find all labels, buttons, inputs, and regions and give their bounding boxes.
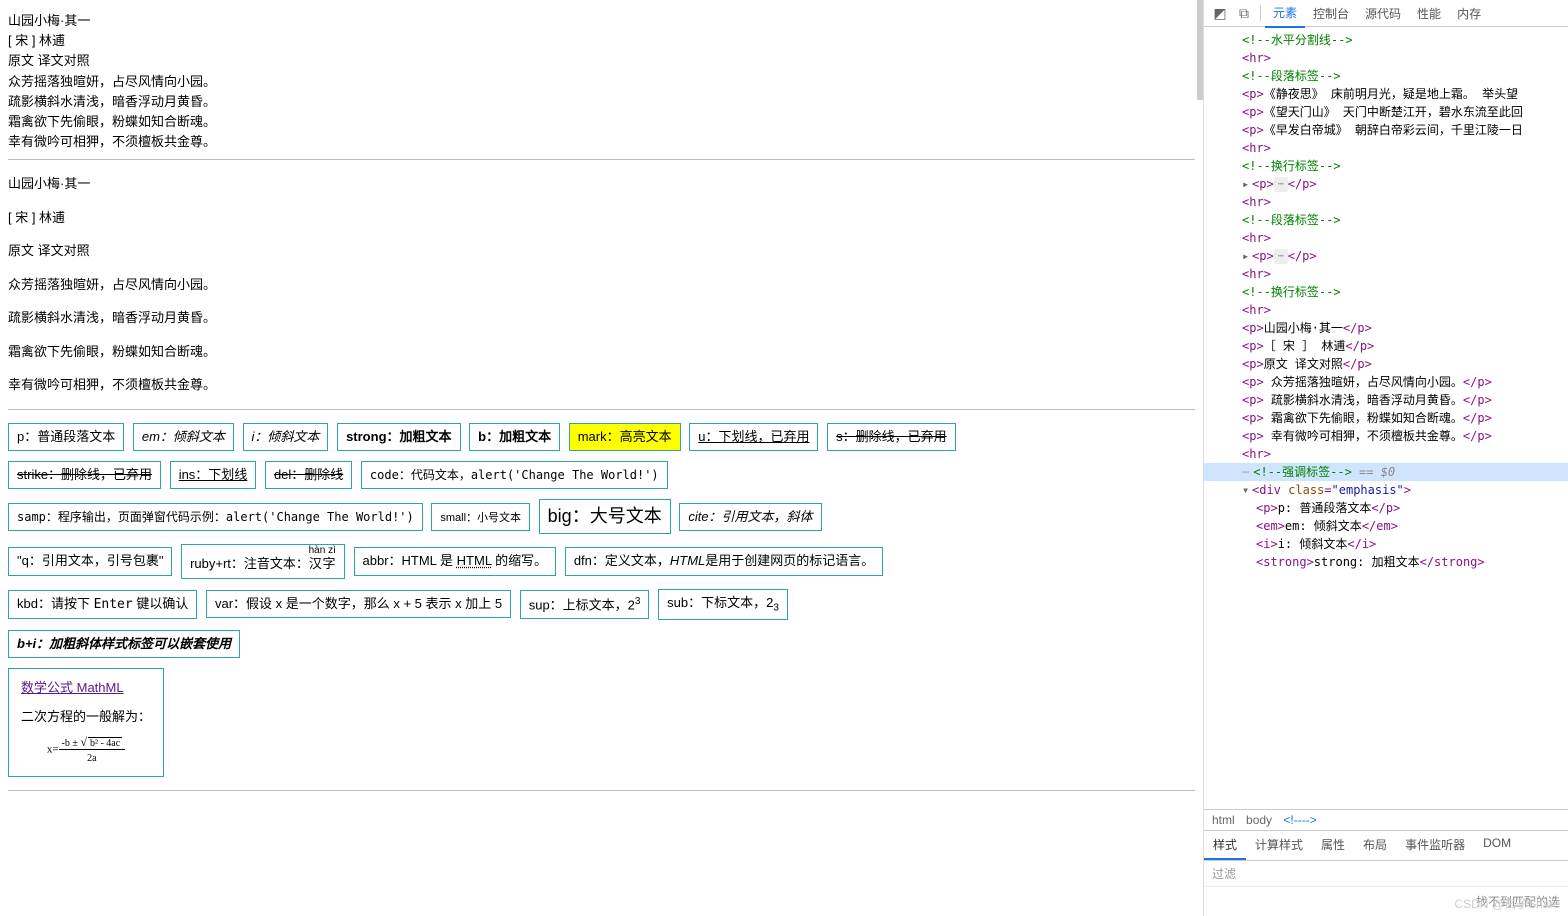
- poem-line: 众芳摇落独暄妍，占尽风情向小园。: [8, 275, 1195, 295]
- crumb-html[interactable]: html: [1212, 813, 1235, 827]
- stab-events[interactable]: 事件监听器: [1396, 831, 1474, 860]
- divider: [8, 159, 1195, 160]
- nomatch-text: 找不到匹配的选: [1204, 887, 1568, 916]
- tag-u: u：下划线，已弃用: [689, 423, 818, 451]
- styles-tabs: 样式 计算样式 属性 布局 事件监听器 DOM: [1204, 831, 1568, 861]
- inspect-icon[interactable]: ◩: [1208, 5, 1232, 22]
- dom-tree[interactable]: <!--水平分割线--> <hr> <!--段落标签--> <p>《静夜思》 床…: [1204, 27, 1568, 809]
- poem-subtitle: 原文 译文对照: [8, 52, 1195, 70]
- poem-line: 众芳摇落独暄妍，占尽风情向小园。: [8, 73, 1195, 91]
- mathml-link[interactable]: 数学公式 MathML: [21, 680, 124, 695]
- tag-del: del：删除线: [265, 461, 352, 489]
- tab-console[interactable]: 控制台: [1305, 0, 1357, 27]
- poem-title: 山园小梅·其一: [8, 174, 1195, 194]
- tag-bi: b+i：加粗斜体样式标签可以嵌套使用: [8, 630, 240, 658]
- dom-breadcrumb[interactable]: html body <!---->: [1204, 809, 1568, 831]
- stab-layout[interactable]: 布局: [1354, 831, 1396, 860]
- tab-memory[interactable]: 内存: [1449, 0, 1489, 27]
- tab-sources[interactable]: 源代码: [1357, 0, 1409, 27]
- tag-var: var：假设 x 是一个数字，那么 x + 5 表示 x 加上 5: [206, 590, 511, 618]
- poem-line: 幸有微吟可相狎，不须檀板共金尊。: [8, 375, 1195, 395]
- divider: [8, 409, 1195, 410]
- crumb-body[interactable]: body: [1246, 813, 1272, 827]
- tag-samp: samp：程序输出，页面弹窗代码示例：alert('Change The Wor…: [8, 503, 423, 531]
- poem-line: 疏影横斜水清浅，暗香浮动月黄昏。: [8, 308, 1195, 328]
- tag-strong: strong：加粗文本: [337, 423, 460, 451]
- tag-kbd: kbd：请按下 Enter 键以确认: [8, 590, 197, 619]
- tag-mark: mark：高亮文本: [569, 423, 681, 451]
- crumb-comment[interactable]: <!---->: [1283, 813, 1316, 827]
- poem-author: [ 宋 ] 林逋: [8, 208, 1195, 228]
- poem-line: 霜禽欲下先偷眼，粉蝶如知合断魂。: [8, 113, 1195, 131]
- tag-b: b：加粗文本: [469, 423, 560, 451]
- tag-cite: cite：引用文本，斜体: [679, 503, 821, 531]
- filter-input[interactable]: 过滤: [1204, 861, 1568, 887]
- scrollbar[interactable]: [1197, 0, 1203, 100]
- tag-em: em：倾斜文本: [133, 423, 234, 451]
- tag-i: i：倾斜文本: [243, 423, 329, 451]
- tab-elements[interactable]: 元素: [1265, 0, 1305, 28]
- poem-block-1: 山园小梅·其一 [ 宋 ] 林逋 原文 译文对照 众芳摇落独暄妍，占尽风情向小园…: [8, 12, 1195, 151]
- math-desc: 二次方程的一般解为：: [21, 709, 151, 724]
- devtools-toolbar: ◩ ⧉ 元素 控制台 源代码 性能 内存: [1204, 0, 1568, 27]
- tag-ins: ins：下划线: [170, 461, 257, 489]
- emphasis-section: p：普通段落文本 em：倾斜文本 i：倾斜文本 strong：加粗文本 b：加粗…: [8, 418, 1195, 782]
- divider: [8, 790, 1195, 791]
- devtools-panel: ◩ ⧉ 元素 控制台 源代码 性能 内存 <!--水平分割线--> <hr> <…: [1204, 0, 1568, 916]
- tag-p: p：普通段落文本: [8, 423, 124, 451]
- stab-dom[interactable]: DOM: [1474, 831, 1520, 860]
- poem-subtitle: 原文 译文对照: [8, 241, 1195, 261]
- tag-sup: sup：上标文本，23: [520, 590, 650, 620]
- stab-styles[interactable]: 样式: [1204, 831, 1246, 860]
- tag-s: s：删除线，已弃用: [827, 423, 956, 451]
- rendered-page: 山园小梅·其一 [ 宋 ] 林逋 原文 译文对照 众芳摇落独暄妍，占尽风情向小园…: [0, 0, 1204, 916]
- tag-strike: strike：删除线，已弃用: [8, 461, 161, 489]
- stab-props[interactable]: 属性: [1312, 831, 1354, 860]
- stab-computed[interactable]: 计算样式: [1246, 831, 1312, 860]
- tag-big: big：大号文本: [539, 499, 671, 534]
- tab-performance[interactable]: 性能: [1409, 0, 1449, 27]
- tag-dfn: dfn：定义文本，HTML是用于创建网页的标记语言。: [565, 547, 883, 575]
- tag-small: small：小号文本: [431, 503, 530, 531]
- device-icon[interactable]: ⧉: [1232, 5, 1256, 22]
- separator: [1260, 5, 1261, 21]
- poem-line: 幸有微吟可相狎，不须檀板共金尊。: [8, 133, 1195, 151]
- poem-block-2: 山园小梅·其一 [ 宋 ] 林逋 原文 译文对照 众芳摇落独暄妍，占尽风情向小园…: [8, 174, 1195, 395]
- selected-node[interactable]: ⋯<!--强调标签--> == $0: [1204, 463, 1568, 481]
- poem-title: 山园小梅·其一: [8, 12, 1195, 30]
- tag-abbr: abbr：HTML 是 HTML 的缩写。: [354, 547, 557, 575]
- tag-q: "q：引用文本，引号包裹": [8, 547, 172, 575]
- tag-ruby: ruby+rt：注音文本：汉字hàn zì: [181, 544, 345, 578]
- poem-line: 霜禽欲下先偷眼，粉蝶如知合断魂。: [8, 342, 1195, 362]
- tag-mathml: 数学公式 MathML 二次方程的一般解为： x=-b ± √b² - 4ac2…: [8, 668, 164, 777]
- math-formula: x=-b ± √b² - 4ac2a: [21, 734, 151, 766]
- poem-author: [ 宋 ] 林逋: [8, 32, 1195, 50]
- poem-line: 疏影横斜水清浅，暗香浮动月黄昏。: [8, 93, 1195, 111]
- tag-code: code：代码文本，alert('Change The World!'): [361, 461, 668, 489]
- tag-sub: sub：下标文本，23: [658, 589, 788, 621]
